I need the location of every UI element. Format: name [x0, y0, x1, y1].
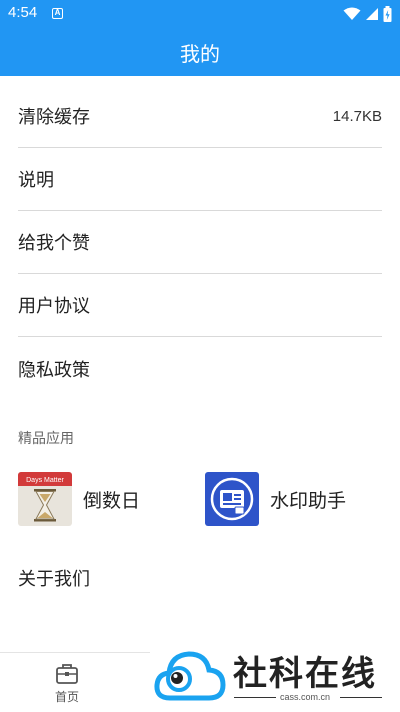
menu-item-clear-cache[interactable]: 清除缓存 14.7KB [18, 85, 382, 148]
menu-item-label: 说明 [18, 170, 54, 191]
notification-icon: A [52, 8, 63, 19]
featured-apps-title: 精品应用 [18, 431, 74, 447]
menu-item-like[interactable]: 给我个赞 [18, 211, 382, 274]
menu-item-label: 清除缓存 [18, 107, 90, 128]
featured-apps-list: Days Matter 倒数日 水印助手 [0, 472, 400, 526]
status-icons [343, 5, 392, 23]
watermark-app-icon [205, 472, 259, 526]
featured-app-name: 水印助手 [270, 489, 347, 512]
wifi-icon [343, 7, 361, 20]
watermark-brand-text: 社科在线 [233, 654, 377, 694]
briefcase-icon [56, 664, 78, 684]
page-title: 我的 [180, 41, 220, 66]
cloud-eye-logo-icon [154, 651, 226, 701]
status-time: 4:54 [8, 4, 38, 21]
watermark-domain-text: cass.com.cn [280, 692, 331, 702]
signal-icon [366, 8, 378, 20]
menu-item-label: 给我个赞 [18, 233, 90, 254]
battery-icon [383, 6, 392, 22]
nav-tab-home[interactable]: 首页 [40, 663, 94, 705]
cache-size-value: 14.7KB [332, 107, 382, 125]
menu-item-privacy-policy[interactable]: 隐私政策 [18, 337, 382, 400]
menu-item-about-us[interactable]: 关于我们 [18, 548, 382, 608]
watermark-divider [340, 697, 382, 698]
site-watermark: 社科在线 cass.com.cn [150, 640, 400, 712]
days-matter-icon-caption: Days Matter [26, 477, 64, 484]
hourglass-icon: Days Matter [18, 472, 72, 526]
featured-app-watermark[interactable]: 水印助手 [205, 472, 346, 526]
menu-item-label: 用户协议 [18, 296, 90, 317]
nav-tab-home-label: 首页 [54, 690, 79, 704]
status-bar: 4:54 A [0, 0, 400, 28]
menu-item-label: 关于我们 [18, 569, 90, 590]
watermark-divider [234, 697, 276, 698]
featured-app-name: 倒数日 [83, 489, 141, 512]
menu-item-instructions[interactable]: 说明 [18, 148, 382, 211]
app-header: 我的 [0, 28, 400, 76]
featured-app-days-matter[interactable]: Days Matter 倒数日 [18, 472, 140, 526]
menu-item-user-agreement[interactable]: 用户协议 [18, 274, 382, 337]
settings-menu: 清除缓存 14.7KB 说明 给我个赞 用户协议 隐私政策 [0, 85, 400, 400]
menu-item-label: 隐私政策 [18, 359, 90, 381]
